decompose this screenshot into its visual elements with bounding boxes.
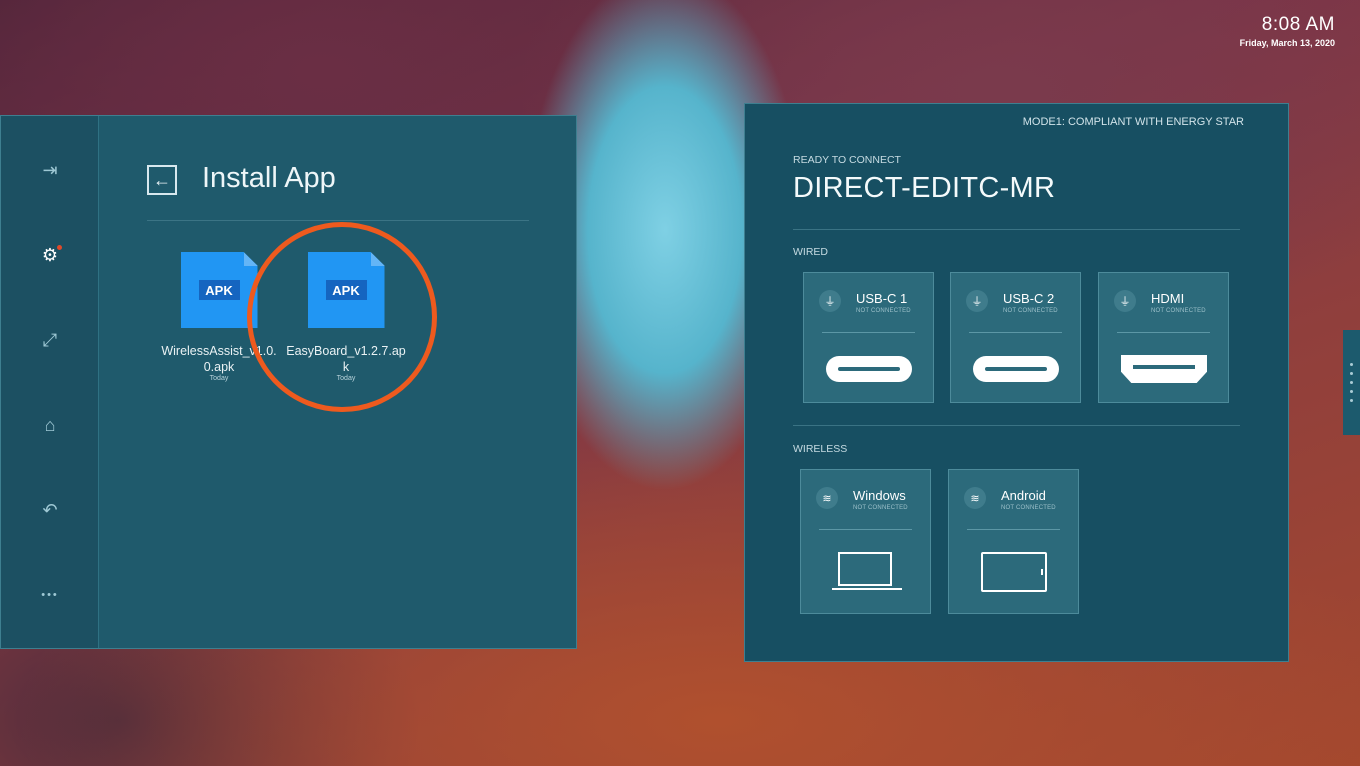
gear-icon: ⚙ bbox=[41, 244, 59, 265]
usb-c-port-icon bbox=[826, 356, 912, 382]
install-header: ← Install App bbox=[147, 160, 529, 221]
card-title: USB-C 1 bbox=[856, 291, 908, 306]
android-card[interactable]: ≋ Android NOT CONNECTED bbox=[948, 469, 1079, 614]
wireless-section-label: WIRELESS bbox=[793, 443, 848, 455]
home-icon: ⌂ bbox=[44, 414, 56, 435]
apk-file-icon: APK bbox=[180, 252, 258, 328]
page-title: Install App bbox=[202, 162, 336, 194]
usb-c-port-icon bbox=[973, 356, 1059, 382]
usb-c-2-card[interactable]: ⏚ USB-C 2 NOT CONNECTED bbox=[950, 272, 1081, 403]
clock: 8:08 AM Friday, March 13, 2020 bbox=[1240, 14, 1335, 48]
undo-icon: ↶ bbox=[42, 499, 58, 520]
more-dots-icon: ••• bbox=[41, 589, 59, 601]
ready-label: READY TO CONNECT bbox=[793, 154, 901, 166]
card-title: USB-C 2 bbox=[1003, 291, 1055, 306]
side-drawer-handle[interactable] bbox=[1343, 330, 1360, 435]
usb-c-1-card[interactable]: ⏚ USB-C 1 NOT CONNECTED bbox=[803, 272, 934, 403]
tablet-icon bbox=[981, 552, 1047, 592]
divider bbox=[793, 425, 1240, 426]
clock-time: 8:08 AM bbox=[1261, 14, 1335, 35]
card-status: NOT CONNECTED bbox=[1001, 505, 1056, 511]
energy-mode-label: MODE1: COMPLIANT WITH ENERGY STAR bbox=[1022, 116, 1244, 128]
card-status: NOT CONNECTED bbox=[1003, 308, 1058, 314]
clock-date: Friday, March 13, 2020 bbox=[1239, 38, 1335, 48]
card-status: NOT CONNECTED bbox=[853, 505, 908, 511]
laptop-icon bbox=[832, 552, 902, 590]
back-nav-button[interactable]: ↶ bbox=[1, 490, 99, 530]
windows-card[interactable]: ≋ Windows NOT CONNECTED bbox=[800, 469, 931, 614]
card-title: Android bbox=[1001, 488, 1046, 503]
settings-button[interactable]: ⚙ bbox=[1, 235, 99, 275]
wifi-icon: ≋ bbox=[816, 487, 838, 509]
hdmi-port-icon bbox=[1121, 355, 1207, 383]
divider bbox=[793, 229, 1240, 230]
apk-tag: APK bbox=[198, 280, 240, 300]
card-title: HDMI bbox=[1151, 291, 1185, 306]
usb-plug-icon: ⏚ bbox=[966, 290, 988, 312]
card-status: NOT CONNECTED bbox=[856, 308, 911, 314]
hdmi-plug-icon: ⏚ bbox=[1114, 290, 1136, 312]
notification-badge bbox=[57, 245, 62, 250]
expand-icon: ⤢ bbox=[42, 329, 58, 350]
hdmi-card[interactable]: ⏚ HDMI NOT CONNECTED bbox=[1098, 272, 1229, 403]
back-button[interactable]: ← bbox=[147, 165, 177, 195]
wifi-icon: ≋ bbox=[964, 487, 986, 509]
file-date: Today bbox=[209, 375, 229, 382]
usb-plug-icon: ⏚ bbox=[819, 290, 841, 312]
sign-in-icon: ⇥ bbox=[42, 159, 58, 180]
arrow-left-icon: ← bbox=[153, 169, 171, 190]
card-title: Windows bbox=[853, 488, 906, 503]
more-button[interactable]: ••• bbox=[1, 575, 99, 615]
card-status: NOT CONNECTED bbox=[1151, 308, 1206, 314]
screen-capture-button[interactable]: ⤢ bbox=[1, 320, 99, 360]
connect-panel: MODE1: COMPLIANT WITH ENERGY STAR READY … bbox=[744, 103, 1289, 662]
wired-section-label: WIRED bbox=[793, 246, 828, 258]
home-button[interactable]: ⌂ bbox=[1, 405, 99, 445]
device-name: DIRECT-EDITC-MR bbox=[793, 172, 1056, 204]
side-rail: ⇥ ⚙ ⤢ ⌂ ↶ ••• bbox=[1, 116, 99, 648]
highlight-circle bbox=[247, 222, 437, 412]
input-source-button[interactable]: ⇥ bbox=[1, 150, 99, 190]
